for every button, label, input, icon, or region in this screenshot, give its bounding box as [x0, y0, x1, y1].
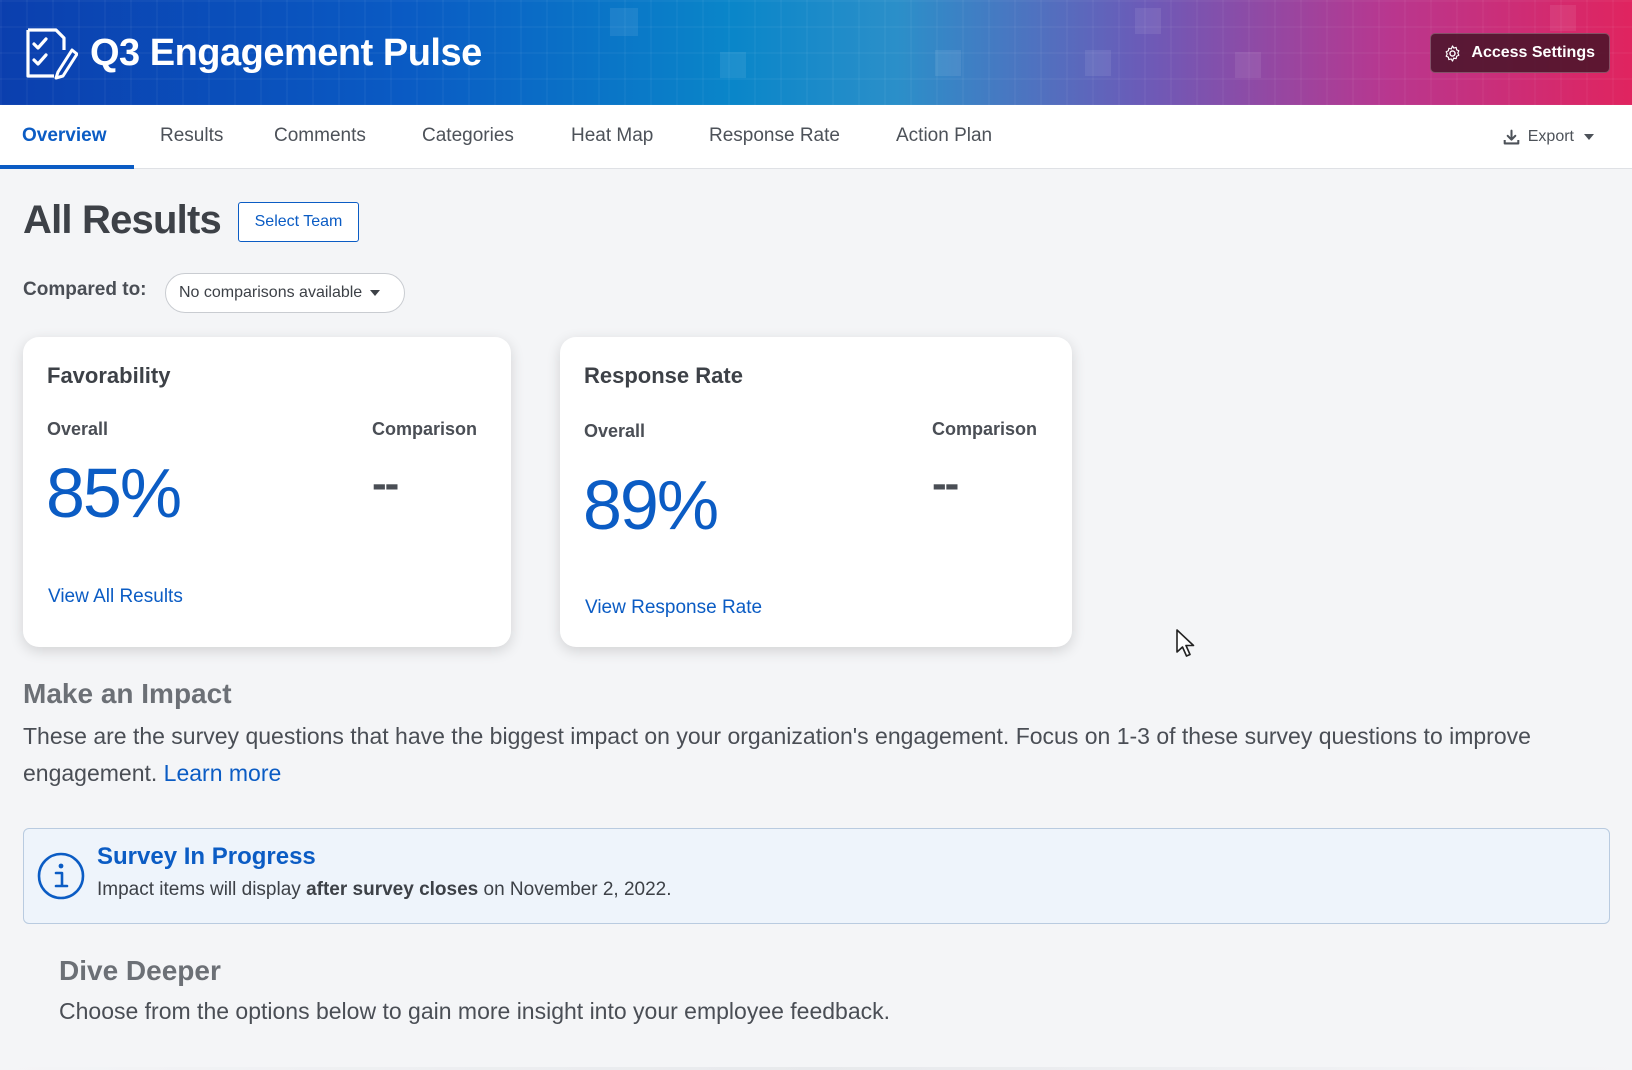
learn-more-link[interactable]: Learn more [164, 760, 282, 786]
comparison-label: Comparison [372, 419, 478, 439]
notice-text-start: Impact items will display [97, 879, 307, 900]
response-rate-value: 89% [583, 466, 719, 544]
card-title: Response Rate [584, 363, 743, 388]
card-title: Favorability [47, 363, 171, 388]
mouse-cursor-icon [1176, 629, 1195, 657]
response-rate-card: Response Rate Overall Comparison 89% -- … [560, 337, 1072, 647]
active-tab-indicator [0, 165, 134, 169]
comparison-value: -- [372, 459, 399, 508]
impact-heading: Make an Impact [23, 678, 232, 709]
brand: Q3 Engagement Pulse [22, 24, 482, 82]
tab-nav: Overview Results Comments Categories Hea… [0, 105, 1632, 169]
download-icon [1503, 129, 1520, 144]
banner-decoration [935, 50, 961, 76]
tab-comments[interactable]: Comments [274, 105, 366, 169]
compared-to-label: Compared to: [23, 279, 147, 300]
banner-decoration [610, 8, 638, 36]
survey-in-progress-notice: Survey In Progress Impact items will dis… [23, 828, 1610, 924]
notice-title: Survey In Progress [97, 843, 316, 870]
view-all-results-link[interactable]: View All Results [48, 586, 183, 608]
comparison-label: Comparison [932, 419, 1038, 439]
tab-heat-map[interactable]: Heat Map [571, 105, 653, 169]
overall-label: Overall [584, 421, 646, 441]
select-team-button[interactable]: Select Team [238, 202, 359, 242]
tab-results[interactable]: Results [160, 105, 223, 169]
comparison-value: -- [932, 459, 959, 508]
gear-icon [1445, 44, 1460, 62]
app-title: Q3 Engagement Pulse [90, 31, 482, 74]
info-icon [37, 852, 85, 900]
header-banner: Q3 Engagement Pulse Access Settings [0, 0, 1632, 105]
dive-deeper-description: Choose from the options below to gain mo… [59, 998, 891, 1024]
chevron-down-icon [1584, 134, 1594, 140]
favorability-value: 85% [46, 454, 182, 532]
notice-text-bold: after survey closes [306, 879, 479, 900]
overall-label: Overall [47, 419, 109, 439]
view-response-rate-link[interactable]: View Response Rate [585, 597, 762, 619]
tab-response-rate[interactable]: Response Rate [709, 105, 840, 169]
impact-description: These are the survey questions that have… [23, 718, 1603, 792]
favorability-card: Favorability Overall Comparison 85% -- V… [23, 337, 511, 647]
tab-action-plan[interactable]: Action Plan [896, 105, 992, 169]
tab-overview[interactable]: Overview [22, 105, 107, 169]
export-label: Export [1527, 128, 1574, 145]
notice-text-end: on November 2, 2022. [478, 879, 672, 900]
tab-categories[interactable]: Categories [422, 105, 514, 169]
notice-text: Impact items will display after survey c… [97, 879, 672, 901]
access-settings-label: Access Settings [1471, 44, 1595, 61]
access-settings-button[interactable]: Access Settings [1430, 33, 1610, 73]
banner-decoration [1085, 50, 1111, 76]
banner-decoration [1135, 8, 1161, 34]
banner-decoration [1550, 5, 1576, 31]
page-title: All Results [23, 198, 222, 242]
banner-decoration [720, 52, 746, 78]
comparison-dropdown-value: No comparisons available [179, 284, 363, 301]
dive-deeper-heading: Dive Deeper [59, 955, 221, 986]
comparison-dropdown[interactable]: No comparisons available [165, 273, 405, 313]
survey-checklist-icon [26, 28, 78, 80]
banner-decoration [1235, 52, 1261, 78]
chevron-down-icon [370, 290, 381, 296]
export-button[interactable]: Export [1503, 105, 1594, 169]
